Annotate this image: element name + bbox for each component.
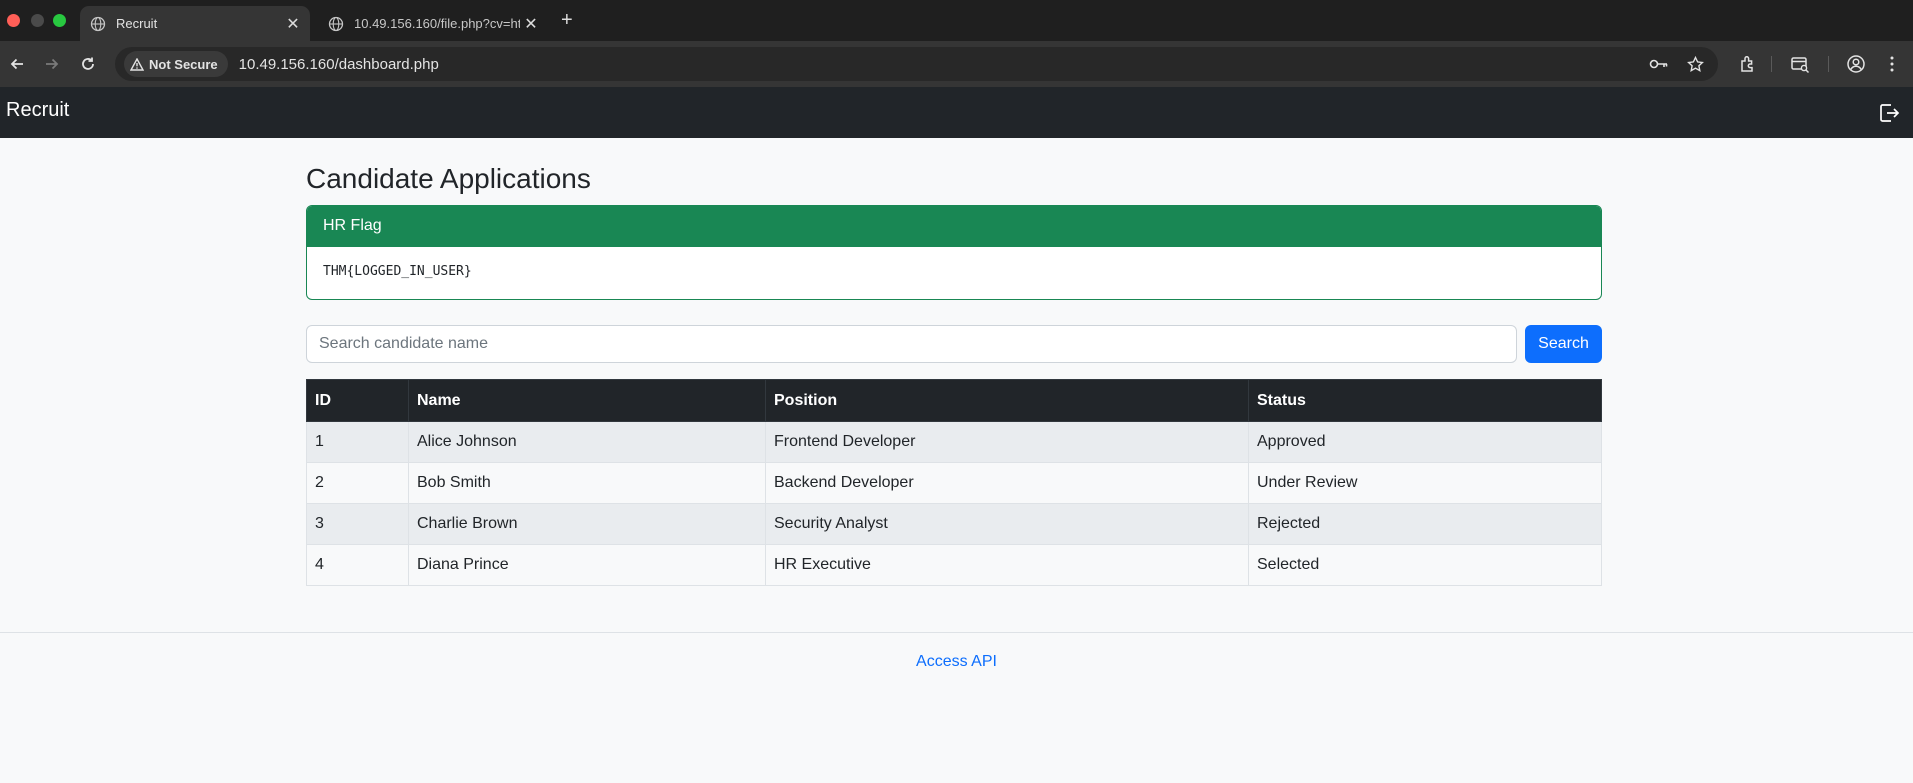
cell-status: Selected	[1248, 544, 1602, 586]
reload-icon[interactable]	[79, 55, 97, 73]
tab-search-icon[interactable]	[1790, 54, 1810, 74]
window-minimize-button[interactable]	[31, 14, 44, 27]
cell-position: HR Executive	[765, 544, 1249, 586]
site-navbar: Recruit	[0, 87, 1913, 138]
new-tab-icon[interactable]: +	[561, 9, 573, 32]
forward-arrow-icon[interactable]	[43, 55, 61, 73]
profile-icon[interactable]	[1846, 54, 1866, 74]
browser-tab-bar: Recruit ✕ 10.49.156.160/file.php?cv=ht ✕…	[0, 0, 1913, 41]
table-row: 2 Bob Smith Backend Developer Under Revi…	[306, 462, 1602, 504]
warning-icon	[130, 57, 144, 71]
browser-toolbar: Not Secure 10.49.156.160/dashboard.php	[0, 41, 1913, 87]
cell-status: Under Review	[1248, 462, 1602, 504]
globe-icon	[328, 16, 344, 32]
cell-id: 2	[306, 462, 409, 504]
cell-position: Frontend Developer	[765, 421, 1249, 463]
tab-title: 10.49.156.160/file.php?cv=ht	[354, 16, 520, 31]
column-header-position: Position	[765, 379, 1249, 422]
browser-tab-recruit[interactable]: Recruit ✕	[80, 6, 310, 41]
close-icon[interactable]: ✕	[282, 14, 304, 34]
page-title: Candidate Applications	[306, 163, 591, 194]
security-indicator[interactable]: Not Secure	[124, 51, 228, 77]
search-input[interactable]	[306, 325, 1517, 363]
tab-title: Recruit	[116, 16, 158, 31]
column-header-id: ID	[306, 379, 409, 422]
cell-position: Backend Developer	[765, 462, 1249, 504]
column-header-status: Status	[1248, 379, 1602, 422]
extensions-icon[interactable]	[1738, 54, 1758, 74]
url-text[interactable]: 10.49.156.160/dashboard.php	[239, 56, 439, 73]
bookmark-star-icon[interactable]	[1687, 55, 1704, 73]
more-menu-icon[interactable]	[1882, 54, 1902, 74]
address-bar[interactable]: Not Secure 10.49.156.160/dashboard.php	[115, 47, 1718, 81]
brand-link[interactable]: Recruit	[6, 99, 69, 122]
cell-position: Security Analyst	[765, 503, 1249, 545]
search-button[interactable]: Search	[1525, 325, 1602, 363]
page-footer: Access API	[0, 632, 1913, 783]
close-icon[interactable]: ✕	[520, 14, 542, 34]
security-label: Not Secure	[149, 56, 218, 72]
back-arrow-icon[interactable]	[8, 55, 26, 73]
column-header-name: Name	[408, 379, 766, 422]
flag-value: THM{LOGGED_IN_USER}	[323, 264, 472, 279]
table-row: 1 Alice Johnson Frontend Developer Appro…	[306, 421, 1602, 463]
cell-id: 3	[306, 503, 409, 545]
main-container: Candidate Applications HR Flag THM{LOGGE…	[306, 138, 1602, 586]
card-header: HR Flag	[307, 206, 1601, 247]
toolbar-divider	[1828, 56, 1829, 72]
search-form: Search	[306, 325, 1602, 363]
candidates-table: ID Name Position Status 1 Alice Johnson …	[306, 379, 1602, 586]
cell-name: Charlie Brown	[408, 503, 766, 545]
cell-name: Bob Smith	[408, 462, 766, 504]
table-header-row: ID Name Position Status	[306, 379, 1602, 422]
window-maximize-button[interactable]	[53, 14, 66, 27]
toolbar-divider	[1771, 56, 1772, 72]
cell-id: 1	[306, 421, 409, 463]
table-row: 4 Diana Prince HR Executive Selected	[306, 544, 1602, 586]
table-row: 3 Charlie Brown Security Analyst Rejecte…	[306, 503, 1602, 545]
globe-icon	[90, 16, 106, 32]
password-key-icon[interactable]	[1649, 57, 1669, 71]
cell-name: Diana Prince	[408, 544, 766, 586]
access-api-link[interactable]: Access API	[0, 653, 1913, 671]
cell-id: 4	[306, 544, 409, 586]
window-close-button[interactable]	[7, 14, 20, 27]
cell-status: Rejected	[1248, 503, 1602, 545]
browser-tab-file[interactable]: 10.49.156.160/file.php?cv=ht ✕	[318, 6, 548, 41]
hr-flag-card: HR Flag THM{LOGGED_IN_USER}	[306, 205, 1602, 300]
cell-name: Alice Johnson	[408, 421, 766, 463]
logout-icon[interactable]	[1877, 101, 1901, 125]
cell-status: Approved	[1248, 421, 1602, 463]
